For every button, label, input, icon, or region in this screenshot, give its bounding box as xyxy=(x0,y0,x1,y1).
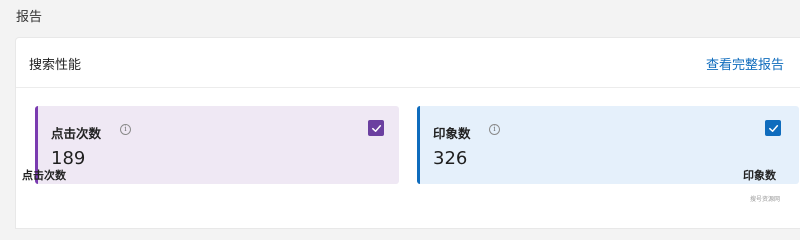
info-icon[interactable]: i xyxy=(120,124,131,135)
metric-impressions-label: 印象数 xyxy=(433,126,471,141)
watermark: 搜号资源网 xyxy=(749,196,780,203)
card-header: 搜索性能 查看完整报告 xyxy=(16,38,800,88)
clicks-checkbox[interactable] xyxy=(368,120,384,136)
metric-clicks-label: 点击次数 xyxy=(51,126,102,141)
metric-impressions-value: 326 xyxy=(433,148,468,169)
checkmark-icon xyxy=(371,124,381,132)
checkmark-icon xyxy=(768,124,778,132)
section-title: 报告 xyxy=(16,10,43,25)
chart-right-axis-label: 印象数 xyxy=(743,169,776,182)
metric-impressions-tile[interactable]: 印象数 i 326 xyxy=(417,106,799,184)
view-full-report-link[interactable]: 查看完整报告 xyxy=(706,54,784,73)
metric-clicks-value: 189 xyxy=(51,148,86,169)
card-title: 搜索性能 xyxy=(29,58,82,73)
page: 报告 搜索性能 查看完整报告 点击次数 i 189 印象数 i 326 搜号资源… xyxy=(0,0,800,228)
info-icon[interactable]: i xyxy=(489,124,500,135)
search-performance-card: 搜索性能 查看完整报告 点击次数 i 189 印象数 i 326 搜号资源网 xyxy=(16,38,800,228)
impressions-checkbox[interactable] xyxy=(765,120,781,136)
metric-clicks-tile[interactable]: 点击次数 i 189 xyxy=(35,106,399,184)
chart-left-axis-label: 点击次数 xyxy=(22,169,66,182)
